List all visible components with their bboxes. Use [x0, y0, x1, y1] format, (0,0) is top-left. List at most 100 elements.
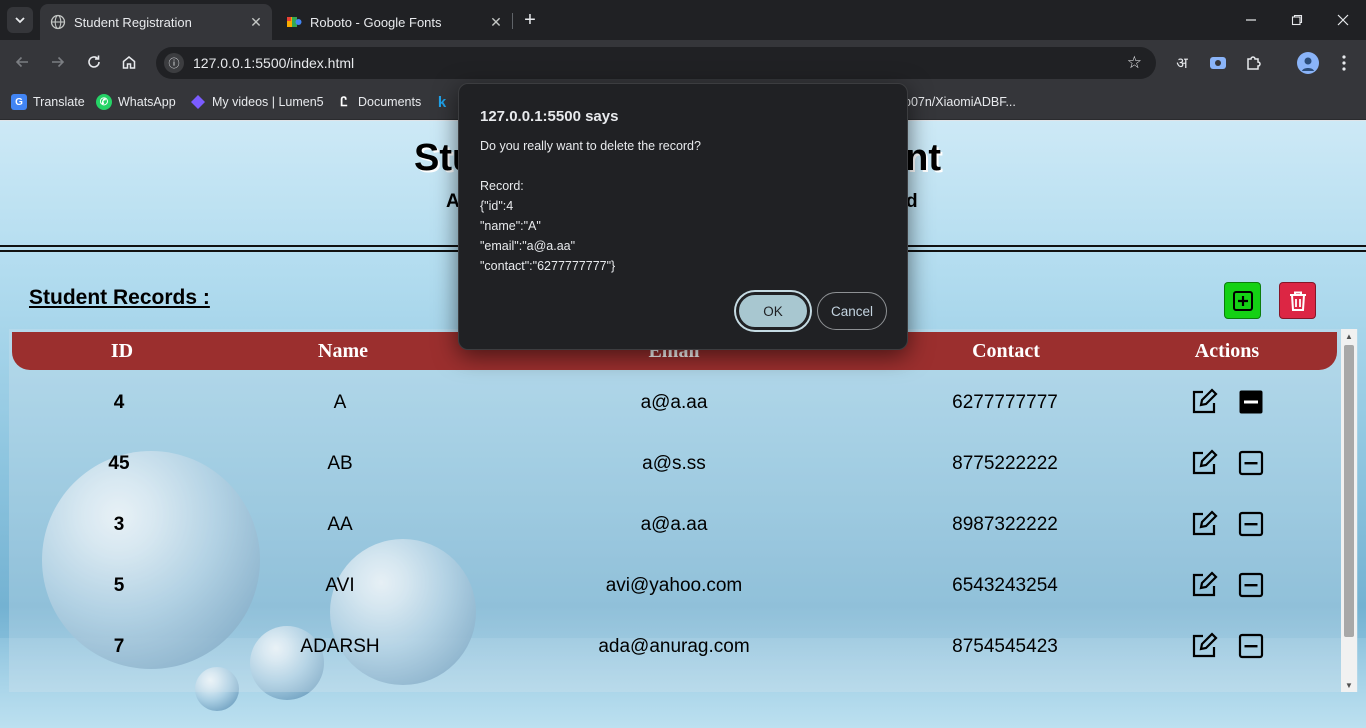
address-bar[interactable]: ⓘ 127.0.0.1:5500/index.html ☆ — [156, 47, 1156, 79]
cell-name: AVI — [325, 575, 355, 596]
documents-icon: Ꮭ — [340, 94, 348, 109]
cell-id: 7 — [113, 636, 125, 657]
remove-row-icon[interactable] — [1235, 508, 1267, 540]
remove-row-icon[interactable] — [1235, 630, 1267, 662]
table-row: 3 AA a@a.aa 8987322222 — [9, 497, 1339, 558]
k-icon: k — [437, 93, 447, 111]
tab-student-registration[interactable]: Student Registration ✕ — [40, 4, 272, 40]
tab-divider — [512, 13, 513, 29]
add-record-button[interactable] — [1224, 282, 1261, 319]
close-icon[interactable]: ✕ — [486, 12, 506, 32]
table-row: 7 ADARSH ada@anurag.com 8754545423 — [9, 619, 1339, 680]
edit-icon[interactable] — [1188, 508, 1220, 540]
bookmark-k[interactable]: k — [434, 93, 456, 111]
minimize-icon[interactable] — [1228, 0, 1274, 40]
bookmark-lumen5[interactable]: My videos | Lumen5 — [190, 93, 324, 111]
forward-arrow-icon[interactable] — [46, 50, 70, 74]
remove-row-icon[interactable] — [1235, 569, 1267, 601]
table-row: 45 AB a@s.ss 8775222222 — [9, 436, 1339, 497]
scroll-thumb[interactable] — [1344, 345, 1354, 637]
tab-title: Student Registration — [74, 14, 192, 30]
records-title: Student Records : — [29, 286, 210, 309]
cell-email: ada@anurag.com — [598, 636, 750, 657]
google-fonts-icon — [286, 14, 302, 30]
column-header-actions: Actions — [1194, 340, 1260, 362]
tab-search-button[interactable] — [7, 7, 33, 33]
back-arrow-icon[interactable] — [10, 50, 34, 74]
dialog-record-line: {"id":4 — [480, 199, 514, 213]
translate-extension-icon[interactable]: अ — [1171, 52, 1193, 74]
dialog-record-line: "contact":"6277777777"} — [480, 259, 616, 273]
whatsapp-icon: ✆ — [96, 94, 112, 110]
bookmark-label: Translate — [33, 95, 85, 109]
reload-icon[interactable] — [82, 50, 106, 74]
column-header-contact: Contact — [972, 340, 1040, 362]
bookmark-label: Documents — [358, 95, 422, 109]
more-menu-icon[interactable] — [1333, 52, 1355, 74]
edit-icon[interactable] — [1188, 569, 1220, 601]
column-header-name: Name — [318, 340, 368, 362]
bookmark-label: WhatsApp — [118, 95, 176, 109]
cell-email: avi@yahoo.com — [605, 575, 743, 596]
tab-title: Roboto - Google Fonts — [310, 14, 442, 30]
bookmark-translate[interactable]: G Translate — [11, 93, 85, 111]
dialog-title: 127.0.0.1:5500 says — [480, 108, 619, 125]
cell-id: 45 — [108, 453, 130, 474]
scroll-down-arrow[interactable]: ▼ — [1341, 678, 1357, 692]
scroll-up-arrow[interactable]: ▲ — [1341, 329, 1357, 343]
trash-icon — [1289, 291, 1306, 311]
close-icon[interactable]: ✕ — [246, 12, 266, 32]
profile-avatar[interactable] — [1297, 52, 1319, 74]
extensions-puzzle-icon[interactable] — [1243, 52, 1265, 74]
cell-contact: 6277777777 — [952, 392, 1058, 413]
cell-id: 5 — [113, 575, 125, 596]
bookmark-xiaomi-adb[interactable]: p07n/XiaomiADBF... — [904, 93, 1016, 111]
edit-icon[interactable] — [1188, 447, 1220, 479]
bookmark-star-icon[interactable]: ☆ — [1127, 53, 1142, 73]
cell-contact: 6543243254 — [952, 575, 1058, 596]
cell-email: a@a.aa — [640, 392, 708, 413]
cell-contact: 8987322222 — [952, 514, 1058, 535]
dialog-record-label: Record: — [480, 179, 524, 193]
cell-contact: 8754545423 — [952, 636, 1058, 657]
records-table: ID Name Email Contact Actions 4 Aa@a.aa 62… — [9, 329, 1358, 692]
globe-icon — [50, 14, 66, 30]
restore-icon[interactable] — [1274, 0, 1320, 40]
table-row: 4 Aa@a.aa 6277777777 — [9, 375, 1339, 436]
edit-icon[interactable] — [1188, 386, 1220, 418]
cell-name: ADARSH — [300, 636, 380, 657]
chevron-down-icon — [15, 17, 25, 24]
url-text: 127.0.0.1:5500/index.html — [193, 55, 355, 71]
screen-capture-extension-icon[interactable] — [1207, 52, 1229, 74]
edit-icon[interactable] — [1188, 630, 1220, 662]
table-scrollbar[interactable]: ▲ ▼ — [1341, 329, 1357, 692]
dialog-message: Do you really want to delete the record? — [480, 139, 701, 153]
translate-icon: G — [11, 94, 27, 110]
bookmark-label: My videos | Lumen5 — [212, 95, 324, 109]
column-header-id: ID — [110, 340, 134, 362]
bookmark-whatsapp[interactable]: ✆ WhatsApp — [96, 93, 176, 111]
ok-button[interactable]: OK — [736, 292, 810, 330]
cell-email: a@s.ss — [642, 453, 706, 474]
bookmark-documents[interactable]: Ꮭ Documents — [336, 93, 421, 111]
new-tab-button[interactable]: + — [518, 8, 542, 32]
remove-row-icon[interactable] — [1235, 386, 1267, 418]
tab-roboto-google-fonts[interactable]: Roboto - Google Fonts ✕ — [276, 4, 512, 40]
dialog-record-line: "name":"A" — [480, 219, 541, 233]
lumen5-icon — [190, 94, 206, 110]
home-icon[interactable] — [117, 50, 141, 74]
cell-id: 4 — [113, 392, 125, 413]
dialog-record-line: "email":"a@a.aa" — [480, 239, 576, 253]
delete-all-button[interactable] — [1279, 282, 1316, 319]
cancel-button[interactable]: Cancel — [817, 292, 887, 330]
site-info-icon[interactable]: ⓘ — [164, 53, 184, 73]
table-row: 5 AVI avi@yahoo.com 6543243254 — [9, 558, 1339, 619]
cell-email: a@a.aa — [640, 514, 708, 535]
cell-name: AA — [327, 514, 353, 535]
bookmark-label: p07n/XiaomiADBF... — [904, 95, 1016, 109]
remove-row-icon[interactable] — [1235, 447, 1267, 479]
close-window-icon[interactable] — [1320, 0, 1366, 40]
cell-name: AB — [327, 453, 353, 474]
cell-contact: 8775222222 — [952, 453, 1058, 474]
cell-id: 3 — [113, 514, 125, 535]
